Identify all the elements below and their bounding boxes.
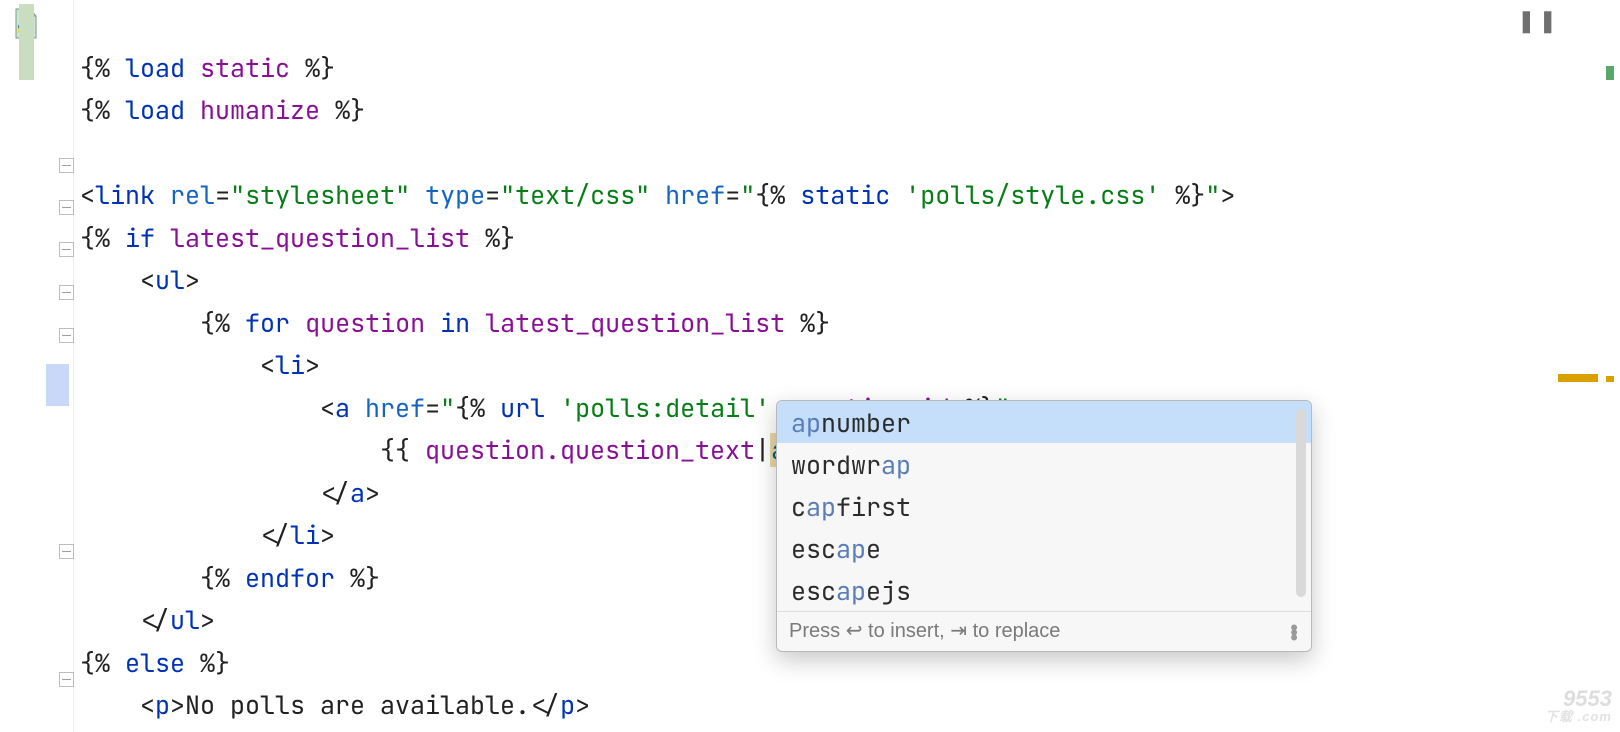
hint-text: Press	[789, 620, 846, 642]
tag-a-close: a	[350, 476, 365, 510]
tag-link: link	[95, 178, 155, 212]
val-textcss: "text/css"	[500, 178, 650, 212]
expr-question-text: question.question_text	[425, 433, 755, 467]
fold-toggle[interactable]	[59, 242, 74, 257]
keyword-load: load	[125, 93, 185, 127]
vcs-change-marker	[19, 4, 34, 80]
module-static: static	[200, 51, 290, 85]
keyword-static: static	[800, 178, 890, 212]
more-options-icon[interactable]: •••	[1290, 623, 1299, 638]
rail-marker-ok[interactable]	[1606, 66, 1614, 80]
fold-toggle[interactable]	[59, 158, 74, 173]
autocomplete-item-apnumber[interactable]: apnumber	[777, 401, 1311, 443]
text-no-polls: No polls are available.	[185, 688, 530, 722]
module-humanize: humanize	[200, 93, 320, 127]
pause-icon[interactable]: ❚❚	[1517, 6, 1560, 35]
hint-text: to replace	[967, 620, 1060, 642]
autocomplete-item-capfirst[interactable]: capfirst	[777, 485, 1311, 527]
tag-p: p	[155, 688, 170, 722]
autocomplete-list[interactable]: apnumber wordwrap capfirst escape escape…	[777, 401, 1311, 611]
fold-toggle[interactable]	[59, 285, 74, 300]
keyword-for: for	[245, 306, 290, 340]
tab-icon: ⇥	[950, 620, 967, 642]
attr-type: type	[425, 178, 485, 212]
tag-a: a	[335, 391, 350, 425]
autocomplete-scrollbar[interactable]	[1296, 409, 1306, 597]
keyword-if: if	[125, 221, 155, 255]
autocomplete-item-escape[interactable]: escape	[777, 527, 1311, 569]
enter-icon: ↩	[846, 620, 863, 642]
autocomplete-item-wordwrap[interactable]: wordwrap	[777, 443, 1311, 485]
keyword-url: url	[500, 391, 545, 425]
current-line-gutter	[46, 364, 69, 406]
tag-ul: ul	[155, 263, 185, 297]
keyword-load: load	[125, 51, 185, 85]
gutter	[0, 0, 74, 732]
hint-text: to insert,	[862, 620, 950, 642]
autocomplete-item-escapejs[interactable]: escapejs	[777, 569, 1311, 611]
fold-toggle[interactable]	[59, 328, 74, 343]
fold-toggle[interactable]	[59, 672, 74, 687]
tag-li-close: li	[290, 518, 320, 552]
rail-marker-warning[interactable]	[1606, 376, 1614, 382]
attr-href: href	[665, 178, 725, 212]
var-latest-question-list: latest_question_list	[170, 221, 470, 255]
keyword-in: in	[440, 306, 470, 340]
rail-marker-warning-wide[interactable]	[1558, 374, 1598, 382]
watermark: 9553 下载 .com	[1545, 690, 1612, 726]
keyword-else: else	[125, 646, 185, 680]
loop-iterable: latest_question_list	[485, 306, 785, 340]
autocomplete-hint: Press ↩ to insert, ⇥ to replace •••	[777, 611, 1311, 651]
static-path: 'polls/style.css'	[905, 178, 1160, 212]
val-stylesheet: "stylesheet"	[230, 178, 410, 212]
tag-p-close: p	[560, 688, 575, 722]
fold-toggle[interactable]	[59, 200, 74, 215]
loop-var: question	[305, 306, 425, 340]
editor-right-rail: ❚❚	[1600, 0, 1620, 732]
tag-ul-close: ul	[170, 603, 200, 637]
attr-rel: rel	[170, 178, 215, 212]
fold-toggle[interactable]	[59, 544, 74, 559]
attr-href: href	[365, 391, 425, 425]
url-route: 'polls:detail'	[560, 391, 770, 425]
keyword-endfor: endfor	[245, 561, 335, 595]
autocomplete-popup[interactable]: apnumber wordwrap capfirst escape escape…	[776, 400, 1312, 652]
tag-li: li	[275, 348, 305, 382]
